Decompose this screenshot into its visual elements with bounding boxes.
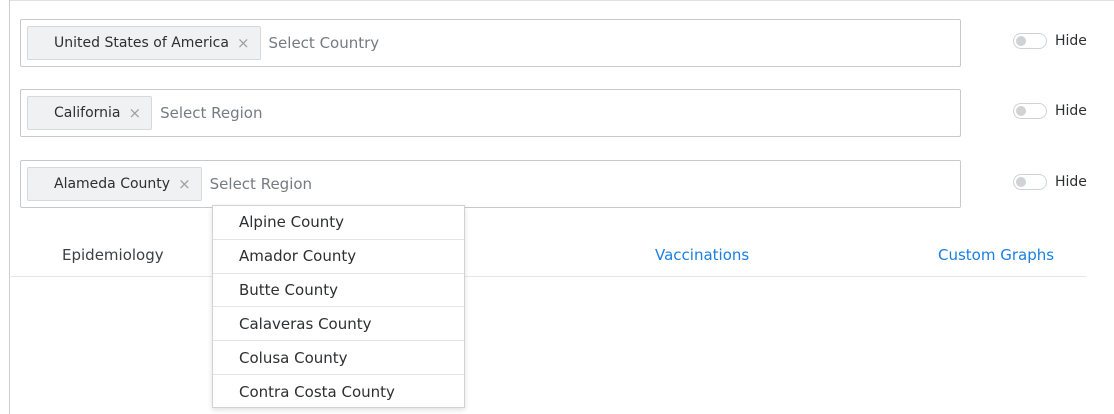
dropdown-option[interactable]: Amador County xyxy=(213,240,464,274)
county-select[interactable]: Alameda County × Select Region xyxy=(20,160,961,208)
dropdown-option[interactable]: Colusa County xyxy=(213,341,464,375)
top-divider xyxy=(9,0,1114,1)
dropdown-option[interactable]: Contra Costa County xyxy=(213,375,464,409)
tab-vaccinations[interactable]: Vaccinations xyxy=(655,246,749,264)
county-tag: Alameda County × xyxy=(27,167,202,201)
left-divider xyxy=(9,0,10,414)
close-icon[interactable]: × xyxy=(128,105,141,121)
toggle-switch[interactable] xyxy=(1013,174,1047,190)
country-selector-row: United States of America × Select Countr… xyxy=(20,19,1114,67)
country-hide-toggle[interactable]: Hide xyxy=(1013,33,1087,49)
toggle-switch[interactable] xyxy=(1013,103,1047,119)
state-selector-row: California × Select Region Hide xyxy=(20,89,1114,137)
close-icon[interactable]: × xyxy=(237,35,250,51)
toggle-knob xyxy=(1016,106,1026,116)
tab-custom-graphs[interactable]: Custom Graphs xyxy=(938,246,1054,264)
toggle-knob xyxy=(1016,36,1026,46)
country-select[interactable]: United States of America × Select Countr… xyxy=(20,19,961,67)
county-placeholder[interactable]: Select Region xyxy=(210,175,312,193)
toggle-knob xyxy=(1016,177,1026,187)
county-selector-row: Alameda County × Select Region Hide xyxy=(20,160,1114,208)
page: United States of America × Select Countr… xyxy=(0,0,1114,414)
toggle-switch[interactable] xyxy=(1013,33,1047,49)
dropdown-option[interactable]: Calaveras County xyxy=(213,307,464,342)
county-hide-toggle[interactable]: Hide xyxy=(1013,174,1087,190)
region-dropdown: Alpine County Amador County Butte County… xyxy=(212,205,465,408)
country-placeholder[interactable]: Select Country xyxy=(269,34,380,52)
state-tag: California × xyxy=(27,96,153,130)
dropdown-option[interactable]: Alpine County xyxy=(213,206,464,240)
county-tag-label: Alameda County xyxy=(54,176,171,192)
dropdown-option[interactable]: Butte County xyxy=(213,274,464,308)
close-icon[interactable]: × xyxy=(178,176,191,192)
country-tag-label: United States of America xyxy=(54,35,229,51)
hide-label: Hide xyxy=(1055,33,1087,49)
hide-label: Hide xyxy=(1055,103,1087,119)
hide-label: Hide xyxy=(1055,174,1087,190)
state-placeholder[interactable]: Select Region xyxy=(160,104,262,122)
tabs-divider xyxy=(9,276,1086,277)
tab-epidemiology[interactable]: Epidemiology xyxy=(62,246,164,264)
state-hide-toggle[interactable]: Hide xyxy=(1013,103,1087,119)
state-select[interactable]: California × Select Region xyxy=(20,89,961,137)
state-tag-label: California xyxy=(54,105,121,121)
country-tag: United States of America × xyxy=(27,26,261,60)
